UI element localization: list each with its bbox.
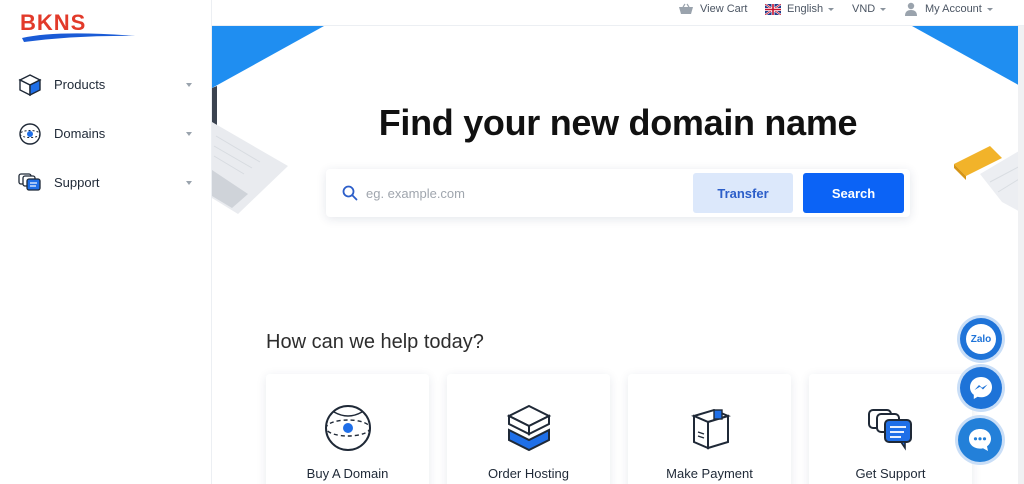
card-label: Buy A Domain — [306, 466, 389, 481]
sidebar-item-support[interactable]: Support — [0, 163, 212, 203]
top-bar: View Cart English VND My Account — [212, 0, 1024, 26]
transfer-button[interactable]: Transfer — [693, 173, 793, 213]
sidebar-item-domains[interactable]: Domains — [0, 114, 212, 154]
sidebar-item-label: Support — [54, 175, 100, 190]
basket-icon — [679, 3, 693, 14]
scrollbar[interactable] — [1018, 26, 1024, 484]
live-chat-button[interactable] — [958, 418, 1002, 462]
language-label: English — [787, 3, 824, 15]
globe-icon — [19, 123, 41, 145]
zalo-label: Zalo — [970, 333, 992, 345]
package-icon — [691, 408, 731, 450]
chevron-down-icon — [828, 7, 835, 11]
account-menu[interactable]: My Account — [904, 0, 993, 18]
zalo-icon: Zalo — [966, 324, 996, 354]
sidebar-item-label: Products — [54, 77, 106, 92]
search-button[interactable]: Search — [803, 173, 904, 213]
sidebar-item-products[interactable]: Products — [0, 65, 212, 105]
svg-text:BKNS: BKNS — [20, 10, 86, 35]
sidebar-item-label: Domains — [54, 126, 106, 141]
card-get-support[interactable]: Get Support — [809, 374, 972, 484]
chevron-down-icon — [186, 132, 192, 136]
chevron-down-icon — [186, 83, 192, 87]
view-cart-label: View Cart — [700, 3, 748, 15]
domain-search-box: Transfer Search — [326, 169, 910, 217]
account-label: My Account — [925, 3, 982, 15]
sidebar: BKNS Products Domains Support — [0, 0, 212, 484]
chevron-down-icon — [880, 7, 887, 11]
card-label: Order Hosting — [488, 466, 569, 481]
card-label: Get Support — [855, 466, 926, 481]
chevron-down-icon — [986, 7, 993, 11]
chat-bubbles-icon — [868, 409, 912, 451]
uk-flag-icon — [765, 3, 781, 15]
currency-label: VND — [852, 3, 876, 15]
card-order-hosting[interactable]: Order Hosting — [447, 374, 610, 484]
chat-bubbles-icon — [18, 173, 41, 191]
server-box-icon — [506, 404, 552, 452]
card-make-payment[interactable]: Make Payment — [628, 374, 791, 484]
bkns-logo[interactable]: BKNS — [18, 8, 138, 44]
card-buy-domain[interactable]: Buy A Domain — [266, 374, 429, 484]
chat-icon — [969, 429, 991, 451]
card-label: Make Payment — [666, 466, 753, 481]
messenger-icon — [970, 377, 992, 399]
search-icon — [342, 185, 358, 201]
chevron-down-icon — [186, 181, 192, 185]
help-heading: How can we help today? — [266, 331, 484, 353]
globe-icon — [325, 405, 371, 451]
domain-search-input[interactable] — [366, 177, 686, 209]
currency-selector[interactable]: VND — [852, 0, 887, 18]
main-content: Find your new domain name Transfer Searc… — [212, 26, 1024, 484]
language-selector[interactable]: English — [765, 0, 835, 18]
user-icon — [905, 2, 917, 16]
zalo-chat-button[interactable]: Zalo — [960, 318, 1002, 360]
messenger-chat-button[interactable] — [960, 367, 1002, 409]
view-cart-link[interactable]: View Cart — [678, 0, 747, 18]
page-title: Find your new domain name — [378, 102, 858, 143]
box-icon — [18, 74, 42, 97]
page: BKNS Products Domains Support View Cart … — [0, 0, 1024, 484]
